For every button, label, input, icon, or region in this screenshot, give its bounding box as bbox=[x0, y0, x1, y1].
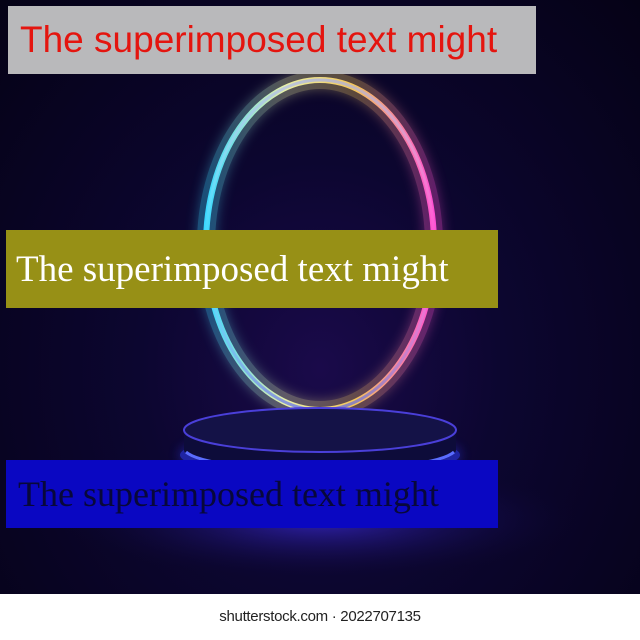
overlay-text-white: The superimposed text might bbox=[16, 248, 449, 290]
overlay-banner-gray: The superimposed text might bbox=[8, 6, 536, 74]
watermark-footer: shutterstock.com · 2022707135 bbox=[0, 594, 640, 640]
overlay-text-red: The superimposed text might bbox=[20, 19, 498, 60]
watermark-text: shutterstock.com · 2022707135 bbox=[219, 608, 421, 625]
overlay-text-dark: The superimposed text might bbox=[18, 474, 439, 514]
overlay-banner-olive: The superimposed text might bbox=[6, 230, 498, 308]
podium-top bbox=[183, 407, 457, 453]
image-canvas: The superimposed text might The superimp… bbox=[0, 0, 640, 640]
overlay-banner-blue: The superimposed text might bbox=[6, 460, 498, 528]
